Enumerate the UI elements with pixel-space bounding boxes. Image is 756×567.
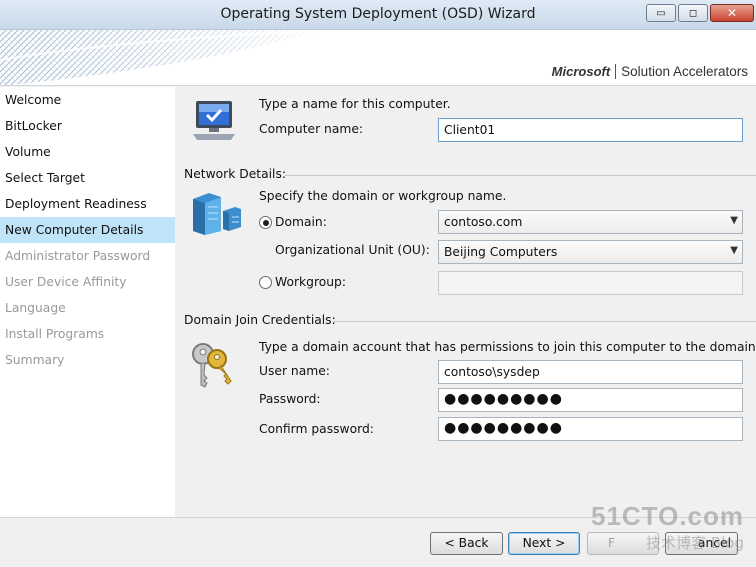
workgroup-input[interactable] (438, 271, 743, 295)
window-title: Operating System Deployment (OSD) Wizard (220, 6, 536, 22)
computer-name-input[interactable]: Client01 (438, 118, 743, 142)
step-volume[interactable]: Volume (0, 139, 175, 165)
minimize-button[interactable]: ▭ (646, 4, 676, 22)
next-button[interactable]: Next > (508, 532, 580, 555)
solution-accelerators-text: Solution Accelerators (621, 64, 748, 79)
wizard-content: Type a name for this computer. Computer … (175, 87, 756, 517)
computer-icon (193, 101, 235, 140)
step-user-device-affinity: User Device Affinity (5, 275, 127, 289)
step-language: Language (5, 301, 66, 315)
confirm-password-label: Confirm password: (259, 422, 374, 436)
ou-label: Organizational Unit (OU): (275, 243, 430, 257)
step-select-target[interactable]: Select Target (0, 165, 175, 191)
password-label: Password: (259, 392, 321, 406)
step-administrator-password: Administrator Password (5, 249, 151, 263)
step-bitlocker[interactable]: BitLocker (0, 113, 175, 139)
microsoft-wordmark: Microsoft (552, 64, 617, 79)
watermark-site: 51CTO.com (590, 501, 744, 531)
watermark-chinese: 技术博客 (646, 534, 707, 552)
workgroup-label: Workgroup: (275, 275, 346, 289)
watermark: 51CTO.com 技术博客 Blog (591, 501, 744, 553)
ou-select[interactable]: Beijing Computers ▼ (438, 240, 743, 264)
step-deployment-readiness[interactable]: Deployment Readiness (0, 191, 175, 217)
domain-join-credentials-header: Domain Join Credentials: (184, 313, 336, 327)
username-label: User name: (259, 364, 330, 378)
domain-select-value: contoso.com (444, 215, 523, 229)
close-button[interactable]: ✕ (710, 4, 754, 22)
wizard-footer: < Back Next > F ancel 51CTO.com 技术博客 Blo… (0, 501, 756, 567)
wizard-steps-sidebar: Welcome BitLocker Volume Select Target D… (0, 87, 175, 517)
ou-select-value: Beijing Computers (444, 245, 558, 259)
step-new-computer-details[interactable]: New Computer Details (0, 217, 175, 243)
username-input[interactable]: contoso\sysdep (438, 360, 743, 384)
chevron-down-icon: ▼ (730, 245, 738, 256)
confirm-password-input[interactable]: ●●●●●●●●● (438, 417, 743, 441)
title-bar: Operating System Deployment (OSD) Wizard… (0, 0, 756, 30)
wizard-banner: Microsoft Solution Accelerators (0, 30, 756, 86)
brand-logo: Microsoft Solution Accelerators (552, 64, 748, 79)
domain-radio[interactable] (259, 216, 272, 229)
watermark-blog: Blog (710, 534, 744, 552)
domain-label: Domain: (275, 215, 327, 229)
banner-pattern-graphic (0, 30, 330, 85)
domain-select[interactable]: contoso.com ▼ (438, 210, 743, 234)
step-install-programs: Install Programs (5, 327, 105, 341)
credentials-prompt: Type a domain account that has permissio… (259, 340, 756, 354)
domain-radio-selected-dot (262, 219, 269, 226)
step-welcome[interactable]: Welcome (0, 87, 175, 113)
back-button[interactable]: < Back (430, 532, 503, 555)
credentials-divider (333, 321, 756, 322)
chevron-down-icon: ▼ (730, 215, 738, 226)
maximize-button[interactable]: ◻ (678, 4, 708, 22)
keys-icon (192, 343, 232, 388)
network-server-icon (193, 193, 241, 235)
watermark-subtitle: 技术博客 Blog (591, 532, 744, 553)
computer-name-prompt: Type a name for this computer. (259, 97, 451, 111)
network-divider (285, 175, 756, 176)
workgroup-radio[interactable] (259, 276, 272, 289)
step-summary: Summary (5, 353, 65, 367)
network-prompt: Specify the domain or workgroup name. (259, 189, 507, 203)
password-input[interactable]: ●●●●●●●●● (438, 388, 743, 412)
computer-name-label: Computer name: (259, 122, 364, 136)
network-details-header: Network Details: (184, 167, 287, 181)
window-controls: ▭ ◻ ✕ (646, 4, 754, 22)
